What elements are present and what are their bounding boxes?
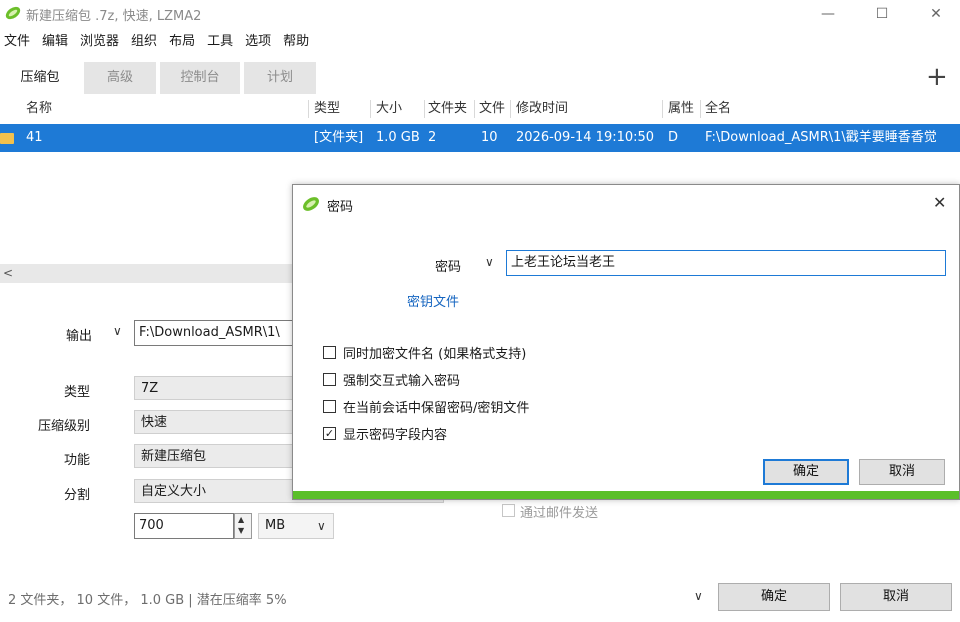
column-divider (474, 100, 475, 118)
split-size-stepper[interactable]: ▲ ▼ (234, 513, 252, 539)
email-checkbox[interactable] (502, 504, 515, 517)
keyfile-link-text: 密钥文件 (407, 295, 460, 310)
menu-help[interactable]: 帮助 (279, 31, 317, 53)
app-icon (5, 6, 21, 20)
menu-layout[interactable]: 布局 (165, 31, 203, 53)
menu-options[interactable]: 选项 (241, 31, 279, 53)
title-bar: 新建压缩包 .7z, 快速, LZMA2 — ☐ ✕ (0, 0, 960, 28)
row-files: 10 (481, 130, 498, 145)
password-history-chevron-icon[interactable]: ∨ (485, 255, 494, 269)
window-title: 新建压缩包 .7z, 快速, LZMA2 (26, 9, 202, 24)
output-history-chevron-icon[interactable]: ∨ (113, 324, 122, 338)
dialog-accent-bar (293, 491, 959, 499)
menu-organize[interactable]: 组织 (127, 31, 165, 53)
row-attributes: D (668, 130, 679, 145)
minimize-button[interactable]: — (802, 0, 854, 28)
type-label: 类型 (63, 385, 90, 400)
column-divider (424, 100, 425, 118)
password-dialog: 密码 ✕ 密码 ∨ 上老王论坛当老王 密钥文件 同时加密文件名 (如果格式支持)… (292, 184, 960, 500)
dialog-title: 密码 (327, 200, 354, 215)
menu-browser[interactable]: 浏览器 (76, 31, 127, 53)
stepper-up-icon[interactable]: ▲ (238, 515, 244, 524)
list-row[interactable]: 41 [文件夹] 1.0 GB 2 10 2026-09-14 19:10:50… (0, 124, 960, 152)
function-label: 功能 (63, 453, 90, 468)
split-size-input[interactable]: 700 (134, 513, 234, 539)
stepper-down-icon[interactable]: ▼ (238, 526, 244, 535)
column-divider (370, 100, 371, 118)
tab-archive[interactable]: 压缩包 (0, 62, 80, 94)
row-size: 1.0 GB (376, 130, 420, 145)
status-text: 2 文件夹， 10 文件， 1.0 GB | 潜在压缩率 5% (8, 593, 287, 608)
force-interactive-label: 强制交互式输入密码 (343, 374, 461, 389)
folder-icon (0, 133, 14, 144)
keyfile-link[interactable]: 密钥文件 (407, 291, 459, 310)
menu-file[interactable]: 文件 (0, 31, 38, 53)
column-type[interactable]: 类型 (314, 98, 340, 120)
tab-advanced[interactable]: 高级 (84, 62, 156, 94)
close-button[interactable]: ✕ (910, 0, 960, 28)
chevron-down-icon: ∨ (317, 519, 326, 533)
type-select[interactable]: 7Z (134, 376, 296, 400)
password-input[interactable]: 上老王论坛当老王 (506, 250, 946, 276)
column-divider (662, 100, 663, 118)
tab-schedule[interactable]: 计划 (244, 62, 316, 94)
column-folders[interactable]: 文件夹 (428, 98, 467, 120)
row-name: 41 (26, 130, 43, 145)
cancel-button[interactable]: 取消 (840, 583, 952, 611)
maximize-button[interactable]: ☐ (856, 0, 908, 28)
password-label: 密码 (435, 260, 462, 275)
column-size[interactable]: 大小 (376, 98, 402, 120)
show-password-checkbox[interactable]: ✓ (323, 427, 336, 440)
split-unit-value: MB (265, 518, 286, 533)
ok-button[interactable]: 确定 (718, 583, 830, 611)
split-unit-select[interactable]: MB ∨ (258, 513, 334, 539)
add-tab-button[interactable]: + (926, 64, 948, 90)
dialog-app-icon (303, 197, 319, 211)
menu-bar: 文件 编辑 浏览器 组织 布局 工具 选项 帮助 (0, 31, 960, 53)
dialog-close-icon[interactable]: ✕ (933, 193, 946, 212)
keep-password-checkbox[interactable] (323, 400, 336, 413)
level-label: 压缩级别 (37, 419, 90, 434)
show-password-label: 显示密码字段内容 (343, 428, 448, 443)
level-select[interactable]: 快速 (134, 410, 296, 434)
checkmark-icon: ✓ (324, 427, 335, 440)
column-attributes[interactable]: 属性 (668, 98, 694, 120)
menu-edit[interactable]: 编辑 (38, 31, 76, 53)
column-files[interactable]: 文件 (479, 98, 505, 120)
output-path-input[interactable]: F:\Download_ASMR\1\ (134, 320, 304, 346)
encrypt-filenames-label: 同时加密文件名 (如果格式支持) (343, 347, 527, 362)
function-select[interactable]: 新建压缩包 (134, 444, 296, 468)
keep-password-label: 在当前会话中保留密码/密钥文件 (343, 401, 530, 416)
output-label: 输出 (65, 329, 92, 344)
column-divider (510, 100, 511, 118)
row-fullname: F:\Download_ASMR\1\戳羊要睡香香觉 (705, 130, 937, 145)
column-name[interactable]: 名称 (26, 98, 52, 120)
scroll-left-icon[interactable]: < (0, 264, 16, 283)
dialog-ok-button[interactable]: 确定 (763, 459, 849, 485)
email-label: 通过邮件发送 (520, 506, 599, 521)
options-chevron-icon[interactable]: ∨ (694, 589, 703, 603)
tab-bar: 压缩包 高级 控制台 计划 + (0, 62, 960, 96)
column-divider (700, 100, 701, 118)
horizontal-scrollbar[interactable]: < (0, 264, 296, 283)
row-folders: 2 (428, 130, 437, 145)
dialog-cancel-button[interactable]: 取消 (859, 459, 945, 485)
tab-console[interactable]: 控制台 (160, 62, 240, 94)
column-divider (308, 100, 309, 118)
list-header: 名称 类型 大小 文件夹 文件 修改时间 属性 全名 (0, 98, 960, 120)
column-fullname[interactable]: 全名 (705, 98, 731, 120)
row-modified: 2026-09-14 19:10:50 (516, 130, 655, 145)
column-modified[interactable]: 修改时间 (516, 98, 568, 120)
split-label: 分割 (63, 488, 90, 503)
encrypt-filenames-checkbox[interactable] (323, 346, 336, 359)
force-interactive-checkbox[interactable] (323, 373, 336, 386)
row-type: [文件夹] (314, 130, 364, 145)
menu-tools[interactable]: 工具 (203, 31, 241, 53)
